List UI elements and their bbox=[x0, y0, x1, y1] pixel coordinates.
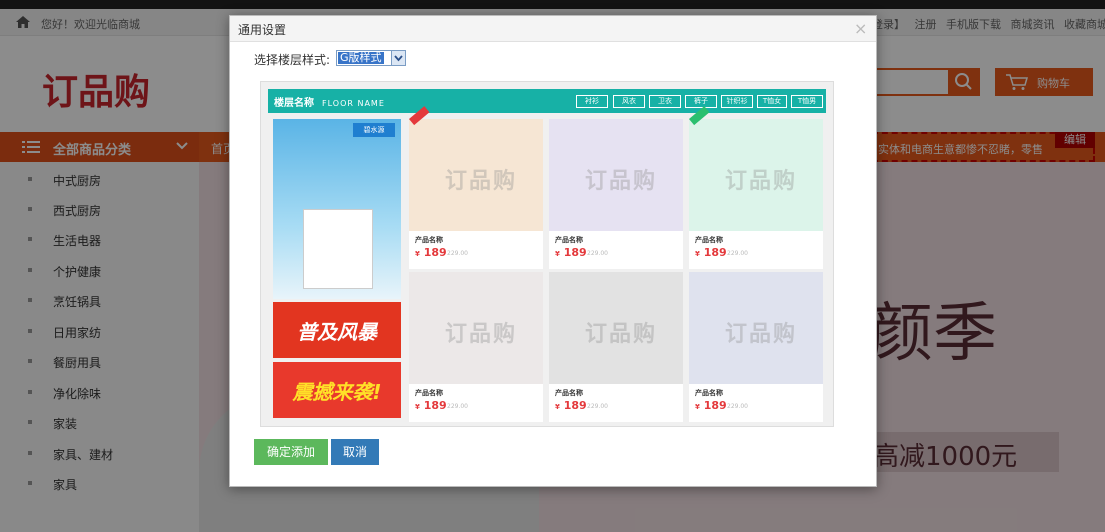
preview-product-card: 订品购 产品名称 ¥ 189 229.00 bbox=[549, 119, 683, 269]
preview-tag: 针织衫 bbox=[721, 95, 753, 108]
preview-floor-header: 楼层名称 FLOOR NAME 衬衫 风衣 卫衣 裤子 针织衫 T恤女 T恤男 bbox=[268, 89, 826, 113]
floor-style-label: 选择楼层样式: bbox=[254, 53, 331, 67]
floor-style-value: G版样式 bbox=[338, 51, 384, 64]
preview-tag: 裤子 bbox=[685, 95, 717, 108]
preview-tag: 衬衫 bbox=[576, 95, 608, 108]
dialog-title: 通用设置 bbox=[238, 23, 287, 37]
preview-feature-image: 碧水源 bbox=[273, 119, 401, 299]
preview-product-card: 订品购 产品名称 ¥ 189 229.00 bbox=[689, 106, 823, 269]
preview-product-box bbox=[303, 209, 373, 289]
preview-ad-banner-1: 普及风暴 bbox=[273, 302, 401, 358]
preview-tag: T恤男 bbox=[791, 95, 823, 108]
product-image: 订品购 bbox=[409, 272, 543, 384]
preview-floor-title: 楼层名称 FLOOR NAME bbox=[274, 98, 385, 109]
product-image: 订品购 bbox=[549, 272, 683, 384]
floor-style-preview: 楼层名称 FLOOR NAME 衬衫 风衣 卫衣 裤子 针织衫 T恤女 T恤男 碧… bbox=[260, 81, 834, 427]
preview-product-card: 订品购 产品名称 ¥ 189 229.00 bbox=[549, 272, 683, 422]
preview-tag: T恤女 bbox=[757, 95, 787, 108]
dialog-header: 通用设置 × bbox=[230, 16, 876, 42]
product-image: 订品购 bbox=[689, 272, 823, 384]
confirm-add-button[interactable]: 确定添加 bbox=[254, 439, 328, 465]
dropdown-arrow-icon bbox=[391, 51, 405, 65]
preview-ad-banner-2: 震撼来袭! bbox=[273, 362, 401, 418]
cancel-button[interactable]: 取消 bbox=[331, 439, 379, 465]
preview-brand-tag: 碧水源 bbox=[353, 123, 395, 137]
preview-product-card: 订品购 产品名称 ¥ 189 229.00 bbox=[409, 106, 543, 269]
settings-dialog: 通用设置 × 选择楼层样式: G版样式 楼层名称 FLOOR NAME 衬衫 风衣… bbox=[229, 15, 877, 487]
preview-product-card: 订品购 产品名称 ¥ 189 229.00 bbox=[689, 272, 823, 422]
product-image: 订品购 bbox=[549, 119, 683, 231]
close-icon[interactable]: × bbox=[854, 19, 867, 38]
preview-tag: 卫衣 bbox=[649, 95, 681, 108]
preview-product-card: 订品购 产品名称 ¥ 189 229.00 bbox=[409, 272, 543, 422]
floor-style-select[interactable]: G版样式 bbox=[336, 50, 406, 66]
product-image: 订品购 bbox=[689, 119, 823, 231]
preview-tag: 风衣 bbox=[613, 95, 645, 108]
product-image: 订品购 bbox=[409, 119, 543, 231]
